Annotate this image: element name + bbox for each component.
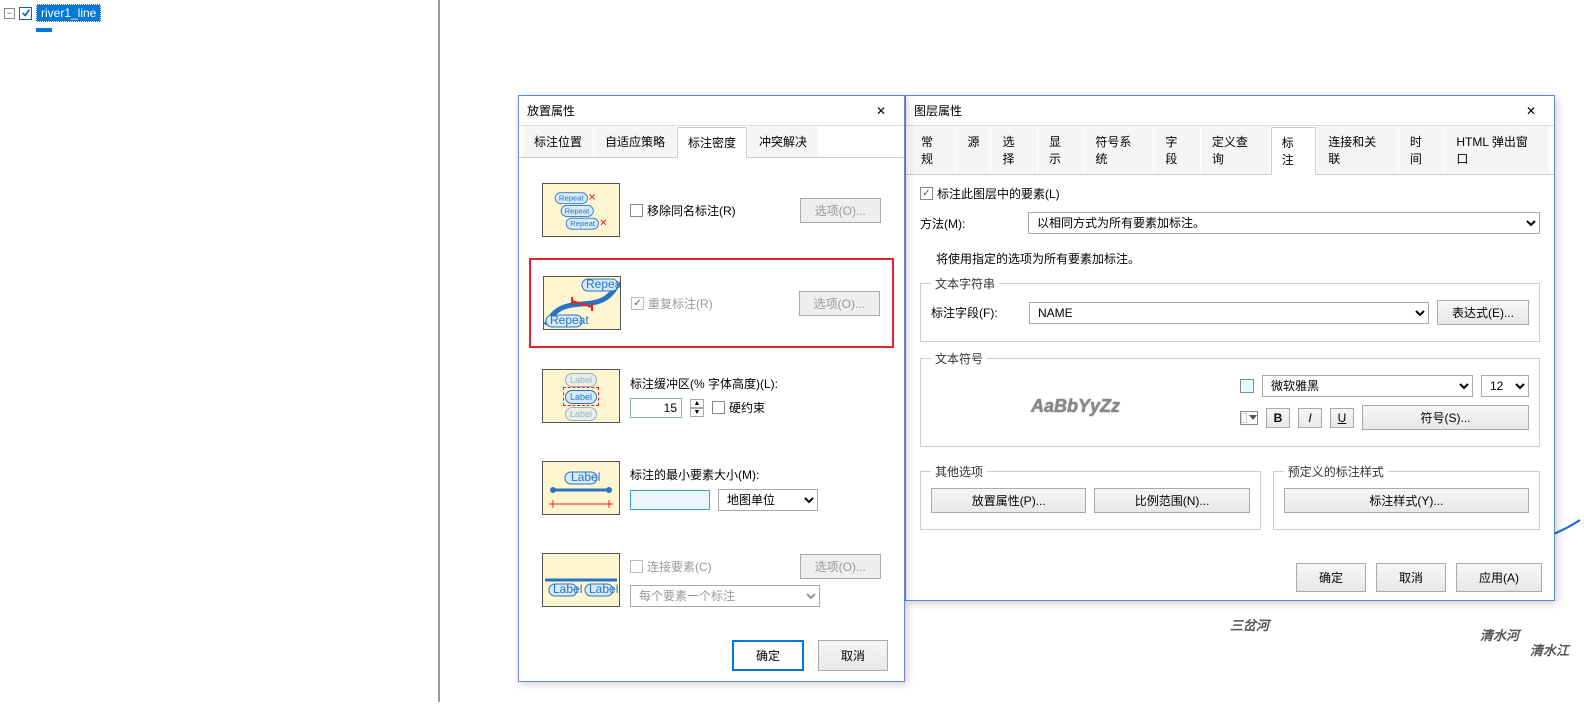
min-size-preview-icon: Label (542, 461, 620, 515)
ok-button[interactable]: 确定 (1296, 563, 1366, 592)
font-family-select[interactable]: 微软雅黑 (1262, 375, 1473, 397)
repeat-label-options-button[interactable]: 选项(O)... (799, 291, 880, 316)
min-feature-size-row: Label 标注的最小要素大小(M): 地图单位 (529, 444, 894, 532)
dialog-title: 图层属性 (914, 102, 962, 119)
textstring-fieldset: 文本字符串 标注字段(F): NAME 表达式(E)... (920, 275, 1540, 342)
layer-properties-dialog: 图层属性 ✕ 常规 源 选择 显示 符号系统 字段 定义查询 标注 连接和关联 … (905, 95, 1555, 601)
buffer-value-input[interactable] (630, 398, 682, 418)
svg-text:Repeat: Repeat (550, 313, 589, 327)
layer-tree-panel: − river1_line (0, 0, 440, 702)
repeat-label-row: Repeat Repeat 重复标注(R) 选项(O)... (529, 258, 894, 348)
font-size-select[interactable]: 12 (1481, 375, 1529, 397)
italic-button[interactable]: I (1298, 408, 1322, 428)
close-icon[interactable]: ✕ (1516, 99, 1546, 123)
font-sample: AaBbYyZz (1031, 396, 1120, 416)
tab-symbology[interactable]: 符号系统 (1084, 126, 1153, 174)
close-icon[interactable]: ✕ (866, 99, 896, 123)
font-color-picker[interactable] (1240, 411, 1258, 425)
layer-symbol-swatch (36, 28, 52, 32)
expand-icon[interactable]: − (4, 8, 15, 19)
tree-item[interactable]: − river1_line (0, 0, 438, 26)
label-buffer-row: Label Label Label 标注缓冲区(% 字体高度)(L): ▲ ▼ … (529, 352, 894, 440)
tab-label-position[interactable]: 标注位置 (523, 126, 593, 157)
dialog-title: 放置属性 (527, 102, 575, 119)
placement-properties-button[interactable]: 放置属性(P)... (931, 488, 1086, 513)
layerprops-tabs: 常规 源 选择 显示 符号系统 字段 定义查询 标注 连接和关联 时间 HTML… (906, 126, 1554, 175)
tab-html[interactable]: HTML 弹出窗口 (1445, 126, 1549, 174)
placement-tabs: 标注位置 自适应策略 标注密度 冲突解决 (519, 126, 904, 158)
cancel-button[interactable]: 取消 (818, 640, 888, 671)
repeat-label-checkbox[interactable]: 重复标注(R) (631, 295, 789, 312)
repeat-label-preview-icon: Repeat Repeat (543, 276, 621, 330)
other-options-fieldset: 其他选项 放置属性(P)... 比例范围(N)... (920, 463, 1261, 530)
method-label: 方法(M): (920, 215, 1020, 232)
connect-features-row: Label Label 连接要素(C) 选项(O)... 每个要素一个标注 (529, 536, 894, 624)
tab-conflict[interactable]: 冲突解决 (748, 126, 818, 157)
connect-options-button[interactable]: 选项(O)... (800, 554, 881, 579)
svg-text:Label: Label (589, 582, 618, 596)
label-field-select[interactable]: NAME (1029, 302, 1429, 324)
tab-labels[interactable]: 标注 (1271, 127, 1316, 175)
map-river-label: 三岔河 (1230, 618, 1272, 633)
spinner-up-icon[interactable]: ▲ (690, 399, 704, 408)
tab-fields[interactable]: 字段 (1154, 126, 1199, 174)
label-field-label: 标注字段(F): (931, 304, 1021, 321)
textsymbol-fieldset: 文本符号 AaBbYyZz 微软雅黑 12 B I U (920, 350, 1540, 447)
connect-preview-icon: Label Label (542, 553, 620, 607)
map-river-label: 清水江 (1530, 643, 1571, 658)
tab-time[interactable]: 时间 (1399, 126, 1444, 174)
dialog-titlebar[interactable]: 放置属性 ✕ (519, 96, 904, 126)
predefined-styles-fieldset: 预定义的标注样式 标注样式(Y)... (1273, 463, 1540, 530)
placement-properties-dialog: 放置属性 ✕ 标注位置 自适应策略 标注密度 冲突解决 Repeat✕ Repe… (518, 95, 905, 682)
layer-name[interactable]: river1_line (36, 4, 101, 22)
tab-joins[interactable]: 连接和关联 (1317, 126, 1398, 174)
remove-duplicate-row: Repeat✕ Repeat Repeat✕ 移除同名标注(R) 选项(O)..… (529, 166, 894, 254)
layer-visibility-checkbox[interactable] (19, 7, 32, 20)
tab-general[interactable]: 常规 (910, 126, 955, 174)
cancel-button[interactable]: 取消 (1376, 563, 1446, 592)
tab-defquery[interactable]: 定义查询 (1201, 126, 1270, 174)
label-method-select[interactable]: 以相同方式为所有要素加标注。 (1028, 212, 1540, 234)
connect-mode-select[interactable]: 每个要素一个标注 (630, 585, 820, 607)
svg-text:Repeat: Repeat (586, 277, 620, 291)
apply-button[interactable]: 应用(A) (1456, 563, 1542, 592)
buffer-label: 标注缓冲区(% 字体高度)(L): (630, 375, 881, 392)
tab-selection[interactable]: 选择 (991, 126, 1036, 174)
remove-duplicate-options-button[interactable]: 选项(O)... (800, 198, 881, 223)
min-size-input[interactable] (630, 490, 710, 510)
map-river-label: 清水河 (1480, 628, 1522, 643)
scale-range-button[interactable]: 比例范围(N)... (1094, 488, 1249, 513)
dialog-titlebar[interactable]: 图层属性 ✕ (906, 96, 1554, 126)
symbol-button[interactable]: 符号(S)... (1362, 405, 1529, 430)
tab-source[interactable]: 源 (956, 126, 990, 174)
underline-button[interactable]: U (1330, 408, 1354, 428)
method-description: 将使用指定的选项为所有要素加标注。 (936, 250, 1540, 267)
min-size-unit-select[interactable]: 地图单位 (718, 489, 818, 511)
tab-display[interactable]: 显示 (1038, 126, 1083, 174)
bold-button[interactable]: B (1266, 408, 1290, 428)
svg-text:Label: Label (553, 582, 582, 596)
remove-duplicate-preview-icon: Repeat✕ Repeat Repeat✕ (542, 183, 620, 237)
spinner-down-icon[interactable]: ▼ (690, 408, 704, 417)
remove-duplicate-checkbox[interactable]: 移除同名标注(R) (630, 202, 790, 219)
ok-button[interactable]: 确定 (732, 640, 804, 671)
min-size-label: 标注的最小要素大小(M): (630, 466, 881, 483)
hard-constraint-checkbox[interactable]: 硬约束 (712, 399, 765, 416)
font-icon (1240, 379, 1254, 393)
connect-features-checkbox[interactable]: 连接要素(C) (630, 558, 712, 575)
tab-label-density[interactable]: 标注密度 (677, 127, 747, 158)
enable-labels-checkbox[interactable]: 标注此图层中的要素(L) (920, 185, 1540, 202)
label-buffer-preview-icon: Label Label Label (542, 369, 620, 423)
label-styles-button[interactable]: 标注样式(Y)... (1284, 488, 1529, 513)
tab-fitting[interactable]: 自适应策略 (594, 126, 676, 157)
svg-text:Label: Label (571, 470, 600, 484)
expression-button[interactable]: 表达式(E)... (1437, 300, 1529, 325)
